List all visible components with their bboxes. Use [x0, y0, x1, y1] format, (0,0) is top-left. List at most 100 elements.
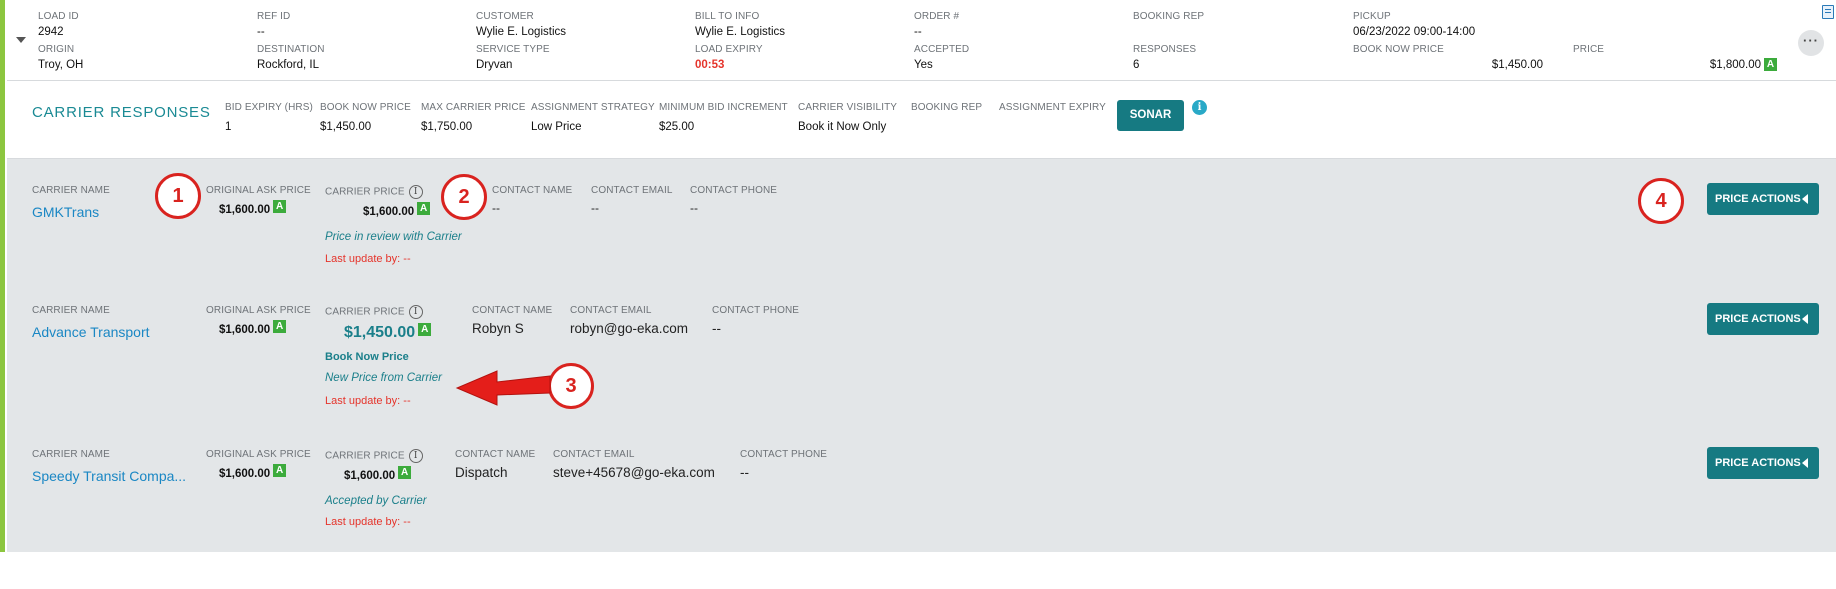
- booking-rep-field: BOOKING REP: [1133, 11, 1204, 25]
- responses-label: RESPONSES: [1133, 44, 1197, 55]
- carrier-name-label: CARRIER NAME: [32, 449, 110, 460]
- annotation-marker-1: 1: [155, 173, 201, 219]
- contact-name-value: --: [492, 201, 500, 215]
- price-actions-button[interactable]: PRICE ACTIONS: [1707, 303, 1819, 335]
- price-label: PRICE: [1573, 44, 1605, 55]
- ref-id-label: REF ID: [257, 11, 291, 22]
- carrier-responses-title: CARRIER RESPONSES: [32, 104, 211, 121]
- price-actions-button[interactable]: PRICE ACTIONS: [1707, 183, 1819, 215]
- load-id-field: LOAD ID 2942: [38, 11, 79, 40]
- responses-value: 6: [1133, 59, 1140, 71]
- carrier-price-label: CARRIER PRICE: [325, 450, 405, 462]
- carrier-row-gmktrans: CARRIER NAME GMKTrans ORIGINAL ASK PRICE…: [7, 183, 1836, 325]
- cr-booking-rep-label: BOOKING REP: [911, 102, 983, 113]
- book-now-price-field: BOOK NOW PRICE $1,450.00: [1353, 44, 1543, 73]
- contact-email-value: robyn@go-eka.com: [570, 321, 689, 336]
- carrier-status-text: New Price from Carrier: [325, 372, 442, 384]
- contact-email-cell: CONTACT EMAIL steve+45678@go-eka.com: [553, 449, 715, 480]
- contact-name-value: Dispatch: [455, 465, 508, 480]
- max-carrier-price-field: MAX CARRIER PRICE $1,750.00: [421, 102, 526, 135]
- origin-value: Troy, OH: [38, 59, 84, 71]
- load-id-label: LOAD ID: [38, 11, 79, 22]
- price-actions-label: PRICE ACTIONS: [1715, 457, 1801, 469]
- original-ask-value: $1,600.00: [219, 468, 271, 480]
- bill-to-value: Wylie E. Logistics: [695, 26, 786, 38]
- carrier-name-link[interactable]: Speedy Transit Compa...: [32, 467, 186, 485]
- original-ask-row: $1,600.00 A: [206, 200, 311, 218]
- bid-expiry-value: 1: [225, 121, 232, 133]
- contact-email-cell: CONTACT EMAIL robyn@go-eka.com: [570, 305, 688, 336]
- price-value: $1,800.00: [1709, 59, 1761, 71]
- more-options-button[interactable]: ···: [1798, 30, 1824, 56]
- contact-email-value: steve+45678@go-eka.com: [553, 465, 715, 480]
- contact-email-value: --: [591, 201, 599, 215]
- carrier-price-badge: A: [418, 323, 432, 336]
- assignment-strategy-label: ASSIGNMENT STRATEGY: [531, 102, 655, 113]
- contact-phone-cell: CONTACT PHONE --: [740, 449, 827, 480]
- collapse-caret-icon[interactable]: [16, 37, 26, 43]
- load-expiry-value: 00:53: [695, 59, 725, 71]
- min-bid-increment-field: MINIMUM BID INCREMENT $25.00: [659, 102, 788, 135]
- contact-email-label: CONTACT EMAIL: [553, 449, 635, 460]
- document-icon[interactable]: [1822, 5, 1834, 19]
- assignment-expiry-label: ASSIGNMENT EXPIRY: [999, 102, 1106, 113]
- last-update-text: Last update by: --: [325, 395, 411, 407]
- contact-name-cell: CONTACT NAME Robyn S: [472, 305, 552, 336]
- carrier-response-list: CARRIER NAME GMKTrans ORIGINAL ASK PRICE…: [7, 159, 1836, 552]
- max-carrier-price-value: $1,750.00: [421, 121, 473, 133]
- original-ask-cell: ORIGINAL ASK PRICE $1,600.00 A: [206, 449, 311, 482]
- carrier-name-label: CARRIER NAME: [32, 185, 110, 196]
- assignment-strategy-value: Low Price: [531, 121, 582, 133]
- info-icon[interactable]: i: [1192, 100, 1207, 115]
- service-type-value: Dryvan: [476, 59, 513, 71]
- cr-book-now-value: $1,450.00: [320, 121, 372, 133]
- price-actions-button[interactable]: PRICE ACTIONS: [1707, 447, 1819, 479]
- original-ask-value: $1,600.00: [219, 324, 271, 336]
- carrier-price-row: $1,600.00 A: [325, 202, 462, 220]
- contact-phone-label: CONTACT PHONE: [690, 185, 778, 196]
- contact-name-cell: CONTACT NAME Dispatch: [455, 449, 535, 480]
- service-type-label: SERVICE TYPE: [476, 44, 550, 55]
- min-bid-increment-label: MINIMUM BID INCREMENT: [659, 102, 788, 113]
- price-field: PRICE $1,800.00 A: [1573, 44, 1777, 73]
- book-now-price-value: $1,450.00: [1491, 59, 1543, 71]
- carrier-price-value: $1,600.00: [363, 206, 415, 218]
- contact-phone-value: --: [712, 321, 721, 336]
- cr-booking-rep-field: BOOKING REP: [911, 102, 982, 120]
- customer-label: CUSTOMER: [476, 11, 534, 22]
- accepted-label: ACCEPTED: [914, 44, 970, 55]
- contact-name-label: CONTACT NAME: [455, 449, 536, 460]
- carrier-price-row: $1,450.00 A: [325, 323, 442, 343]
- customer-field: CUSTOMER Wylie E. Logistics: [476, 11, 566, 40]
- contact-phone-label: CONTACT PHONE: [712, 305, 800, 316]
- caret-left-icon: [1802, 458, 1808, 468]
- carrier-price-info-icon[interactable]: i: [408, 449, 423, 463]
- accepted-field: ACCEPTED Yes: [914, 44, 969, 73]
- annotation-arrow-icon: [455, 370, 551, 406]
- load-summary-header: LOAD ID 2942 ORIGIN Troy, OH REF ID -- D…: [7, 0, 1836, 81]
- carrier-price-label: CARRIER PRICE: [325, 306, 405, 318]
- carrier-price-value: $1,450.00: [344, 324, 416, 341]
- carrier-name-link[interactable]: Advance Transport: [32, 323, 150, 341]
- assignment-expiry-field: ASSIGNMENT EXPIRY: [999, 102, 1106, 120]
- carrier-price-info-icon[interactable]: i: [408, 305, 423, 319]
- book-now-price-tag: Book Now Price: [325, 351, 409, 363]
- pickup-value: 06/23/2022 09:00-14:00: [1353, 26, 1476, 38]
- carrier-name-link[interactable]: GMKTrans: [32, 203, 110, 221]
- contact-email-cell: CONTACT EMAIL --: [591, 185, 673, 215]
- carrier-price-badge: A: [417, 202, 431, 215]
- contact-email-label: CONTACT EMAIL: [570, 305, 652, 316]
- carrier-price-info-icon[interactable]: i: [408, 185, 423, 199]
- cr-book-now-label: BOOK NOW PRICE: [320, 102, 411, 113]
- carrier-name-label: CARRIER NAME: [32, 305, 110, 316]
- last-update-text: Last update by: --: [325, 253, 411, 265]
- annotation-marker-2: 2: [441, 174, 487, 220]
- sonar-button[interactable]: SONAR: [1117, 100, 1184, 131]
- carrier-name-cell: CARRIER NAME GMKTrans: [32, 185, 110, 221]
- carrier-status-text: Price in review with Carrier: [325, 231, 462, 243]
- original-ask-cell: ORIGINAL ASK PRICE $1,600.00 A: [206, 305, 311, 338]
- carrier-visibility-label: CARRIER VISIBILITY: [798, 102, 898, 113]
- carrier-responses-bar: CARRIER RESPONSES BID EXPIRY (HRS) 1 BOO…: [7, 81, 1836, 159]
- destination-label: DESTINATION: [257, 44, 325, 55]
- carrier-price-value: $1,600.00: [344, 470, 396, 482]
